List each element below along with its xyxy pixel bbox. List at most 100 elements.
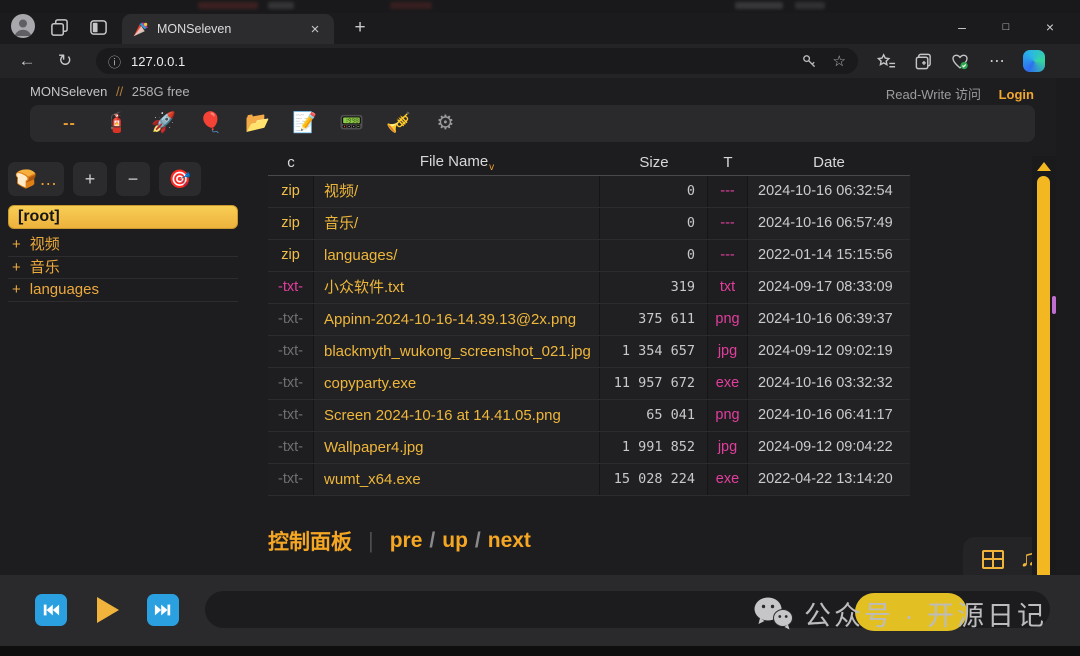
table-row[interactable]: zip 视频/ 0 --- 2024-10-16 06:32:54 <box>268 176 910 208</box>
memo-icon[interactable]: 📝 <box>281 105 328 142</box>
file-date: 2024-10-16 06:32:54 <box>748 176 910 207</box>
site-info-icon[interactable]: ⓘ <box>108 52 121 71</box>
url-text[interactable]: 127.0.0.1 <box>131 54 801 69</box>
compression-link[interactable]: zip <box>268 208 314 239</box>
maximize-button[interactable]: □ <box>984 13 1028 41</box>
folder-icon[interactable]: 📂 <box>234 105 281 142</box>
address-bar[interactable]: ⓘ 127.0.0.1 ☆ <box>96 48 858 74</box>
dashes-icon[interactable]: -- <box>46 105 93 142</box>
file-size: 0 <box>600 176 708 207</box>
file-type: exe <box>708 464 748 495</box>
column-header-c[interactable]: c <box>268 154 314 171</box>
sidebar-item-root[interactable]: [root] <box>8 205 238 229</box>
login-link[interactable]: Login <box>999 87 1034 102</box>
table-row[interactable]: zip languages/ 0 --- 2022-01-14 15:15:56 <box>268 240 910 272</box>
new-tab-button[interactable]: + <box>348 17 372 39</box>
page-header: MONSeleven // 258G free Read-Write 访问 Lo… <box>0 82 1044 102</box>
expand-icon[interactable]: + <box>12 259 21 276</box>
compression-link[interactable]: -txt- <box>268 400 314 431</box>
copilot-icon[interactable] <box>1020 49 1048 73</box>
tree-item[interactable]: + 视频 <box>8 234 238 257</box>
file-name-link[interactable]: blackmyth_wukong_screenshot_021.jpg <box>314 336 600 367</box>
play-icon <box>97 597 119 623</box>
favorite-star-icon[interactable]: ☆ <box>833 52 846 70</box>
slash-separator: / <box>429 529 435 552</box>
file-name-link[interactable]: 视频/ <box>314 176 600 207</box>
scroll-up-icon[interactable] <box>1037 162 1051 171</box>
file-name-link[interactable]: Appinn-2024-10-16-14.39.13@2x.png <box>314 304 600 335</box>
table-row[interactable]: -txt- 小众软件.txt 319 txt 2024-09-17 08:33:… <box>268 272 910 304</box>
expand-tree-button[interactable]: + <box>73 162 107 196</box>
table-row[interactable]: -txt- copyparty.exe 11 957 672 exe 2024-… <box>268 368 910 400</box>
rocket-icon[interactable]: 🚀 <box>140 105 187 142</box>
next-link[interactable]: next <box>488 529 531 552</box>
grid-view-icon[interactable] <box>982 550 1004 569</box>
table-row[interactable]: -txt- blackmyth_wukong_screenshot_021.jp… <box>268 336 910 368</box>
expand-icon[interactable]: + <box>12 281 21 298</box>
password-key-icon[interactable] <box>801 53 817 69</box>
tree-item-label: 视频 <box>30 236 60 253</box>
column-header-size[interactable]: Size <box>600 154 708 171</box>
window-controls: – □ × <box>940 13 1072 41</box>
compression-link[interactable]: -txt- <box>268 368 314 399</box>
column-header-filename[interactable]: File Namev <box>314 153 600 173</box>
file-name-link[interactable]: languages/ <box>314 240 600 271</box>
column-header-type[interactable]: T <box>708 154 748 171</box>
favorites-bar-icon[interactable] <box>872 49 900 73</box>
collapse-tree-button[interactable]: − <box>116 162 150 196</box>
next-track-button[interactable] <box>147 594 179 626</box>
media-player-bar: 公众号 · 开源日记 <box>0 575 1080 646</box>
pre-link[interactable]: pre <box>390 529 423 552</box>
gear-icon[interactable]: ⚙ <box>422 105 469 142</box>
collections-icon[interactable] <box>909 49 937 73</box>
trumpet-icon[interactable]: 🎺 <box>375 105 422 142</box>
browser-essentials-icon[interactable] <box>946 49 974 73</box>
table-row[interactable]: -txt- Screen 2024-10-16 at 14.41.05.png … <box>268 400 910 432</box>
tab-actions-icon[interactable] <box>87 16 109 38</box>
column-header-date[interactable]: Date <box>748 154 910 171</box>
table-row[interactable]: zip 音乐/ 0 --- 2024-10-16 06:57:49 <box>268 208 910 240</box>
minimize-button[interactable]: – <box>940 13 984 41</box>
browser-tab[interactable]: MONSeleven × <box>122 14 334 44</box>
file-name-link[interactable]: Screen 2024-10-16 at 14.41.05.png <box>314 400 600 431</box>
balloon-icon[interactable]: 🎈 <box>187 105 234 142</box>
expand-icon[interactable]: + <box>12 236 21 253</box>
free-space-label: 258G free <box>132 84 190 99</box>
profile-avatar[interactable] <box>11 14 35 38</box>
refresh-icon[interactable]: ↻ <box>50 51 80 71</box>
volume-menu-button[interactable]: 🍞 … <box>8 162 64 196</box>
table-row[interactable]: -txt- Wallpaper4.jpg 1 991 852 jpg 2024-… <box>268 432 910 464</box>
table-row[interactable]: -txt- Appinn-2024-10-16-14.39.13@2x.png … <box>268 304 910 336</box>
compression-link[interactable]: -txt- <box>268 432 314 463</box>
previous-track-button[interactable] <box>35 594 67 626</box>
file-name-link[interactable]: 音乐/ <box>314 208 600 239</box>
tab-close-icon[interactable]: × <box>306 21 324 38</box>
table-row[interactable]: -txt- wumt_x64.exe 15 028 224 exe 2022-0… <box>268 464 910 496</box>
site-name[interactable]: MONSeleven <box>30 84 107 99</box>
pager-icon[interactable]: 📟 <box>328 105 375 142</box>
fire-extinguisher-icon[interactable]: 🧯 <box>93 105 140 142</box>
more-menu-icon[interactable]: ⋯ <box>983 49 1011 73</box>
file-name-link[interactable]: wumt_x64.exe <box>314 464 600 495</box>
dart-icon[interactable]: 🎯 <box>159 162 201 196</box>
compression-link[interactable]: -txt- <box>268 304 314 335</box>
workspaces-icon[interactable] <box>48 16 70 38</box>
compression-link[interactable]: zip <box>268 240 314 271</box>
compression-link[interactable]: -txt- <box>268 336 314 367</box>
back-icon[interactable]: ← <box>12 51 42 71</box>
tree-item[interactable]: +音乐 <box>8 257 238 280</box>
file-date: 2024-09-12 09:02:19 <box>748 336 910 367</box>
file-name-link[interactable]: Wallpaper4.jpg <box>314 432 600 463</box>
tree-item[interactable]: +languages <box>8 279 238 302</box>
compression-link[interactable]: zip <box>268 176 314 207</box>
compression-link[interactable]: -txt- <box>268 464 314 495</box>
file-name-link[interactable]: copyparty.exe <box>314 368 600 399</box>
tab-title: MONSeleven <box>157 22 306 36</box>
file-name-link[interactable]: 小众软件.txt <box>314 272 600 303</box>
play-button[interactable] <box>89 594 121 626</box>
control-panel-link[interactable]: 控制面板 <box>268 526 352 556</box>
directory-tree: + 视频 +音乐 +languages <box>8 234 238 302</box>
compression-link[interactable]: -txt- <box>268 272 314 303</box>
close-button[interactable]: × <box>1028 13 1072 41</box>
up-link[interactable]: up <box>442 529 468 552</box>
